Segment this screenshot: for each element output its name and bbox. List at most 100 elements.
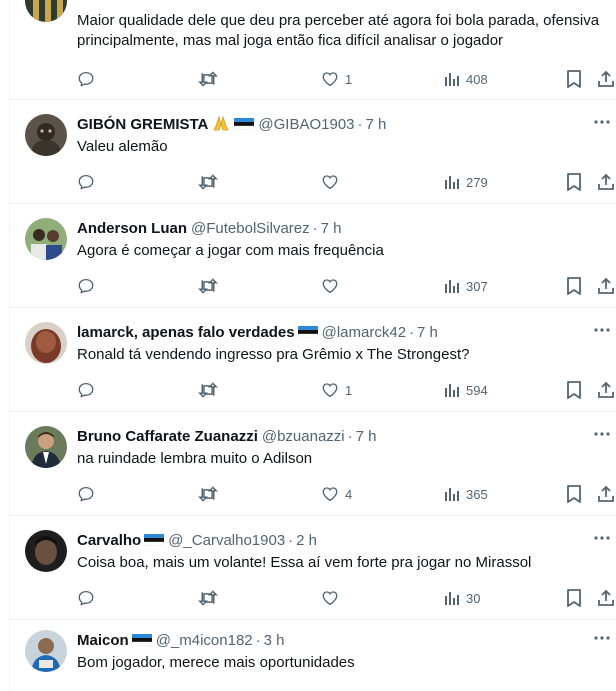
views-button[interactable]: 594 [444, 380, 488, 400]
view-count: 30 [466, 590, 481, 606]
display-name[interactable]: Maicon [77, 632, 129, 649]
views-button[interactable]: 365 [444, 484, 488, 504]
avatar[interactable] [25, 630, 67, 672]
retweet-button[interactable] [198, 276, 218, 296]
avatar[interactable] [25, 322, 67, 364]
flag-emoji [131, 634, 152, 646]
display-name[interactable]: Bruno Caffarate Zuanazzi [77, 428, 258, 445]
handle[interactable]: @bzuanazzi [262, 428, 345, 445]
like-button[interactable]: 4 [321, 484, 352, 504]
like-button[interactable] [321, 276, 345, 296]
reply-tweet[interactable]: Bruno Caffarate Zuanazzi @bzuanazzi · 7 … [9, 412, 616, 516]
reply-tweet[interactable]: Maior qualidade dele que deu pra percebe… [9, 0, 616, 100]
tweet-actions: 4 365 [77, 484, 616, 504]
avatar[interactable] [25, 426, 67, 468]
display-name[interactable]: Anderson Luan [77, 220, 187, 237]
tweet-text: Bom jogador, merece mais oportunidades [77, 654, 355, 671]
timestamp[interactable]: 7 h [321, 220, 342, 237]
display-name[interactable]: GIBÓN GREMISTA [77, 116, 208, 133]
avatar[interactable] [25, 114, 67, 156]
tweet-header: Maicon @_m4icon182 · 3 h [77, 630, 616, 650]
reply-button[interactable] [77, 276, 95, 296]
reply-button[interactable] [77, 172, 95, 192]
timestamp[interactable]: 7 h [417, 324, 438, 341]
view-count: 307 [466, 278, 488, 294]
views-button[interactable]: 279 [444, 172, 488, 192]
display-name[interactable]: Carvalho [77, 532, 141, 549]
reply-tweet[interactable]: lamarck, apenas falo verdades @lamarck42… [9, 308, 616, 412]
timestamp[interactable]: 7 h [366, 116, 387, 133]
like-button[interactable] [321, 172, 345, 192]
reply-tweet[interactable]: GIBÓN GREMISTA @GIBAO1903 · 7 h Valeu al… [9, 100, 616, 204]
reply-button[interactable] [77, 588, 95, 608]
reply-tweet[interactable]: Carvalho @_Carvalho1903 · 2 h Coisa boa,… [9, 516, 616, 620]
more-icon [594, 636, 610, 640]
display-name[interactable]: lamarck, apenas falo verdades [77, 324, 295, 341]
tweet-actions: 30 [77, 588, 616, 608]
more-icon [594, 536, 610, 540]
handle[interactable]: @lamarck42 [322, 324, 406, 341]
tweet-actions: 1 594 [77, 380, 616, 400]
bookmark-button[interactable] [566, 380, 582, 400]
view-count: 365 [466, 486, 488, 502]
share-button[interactable] [597, 588, 615, 608]
handle[interactable]: @GIBAO1903 [258, 116, 354, 133]
handle[interactable]: @_Carvalho1903 [168, 532, 285, 549]
views-button[interactable]: 307 [444, 276, 488, 296]
like-button[interactable]: 1 [321, 380, 352, 400]
retweet-icon [198, 71, 218, 87]
reply-button[interactable] [77, 380, 95, 400]
reply-button[interactable] [77, 69, 95, 89]
avatar[interactable] [25, 218, 67, 260]
share-icon [598, 173, 614, 190]
share-icon [598, 277, 614, 294]
retweet-button[interactable] [198, 172, 218, 192]
view-count: 594 [466, 382, 488, 398]
bookmark-button[interactable] [566, 588, 582, 608]
like-button[interactable]: 1 [321, 69, 352, 89]
views-button[interactable]: 30 [444, 588, 480, 608]
timestamp[interactable]: 2 h [296, 532, 317, 549]
bookmark-button[interactable] [566, 276, 582, 296]
reply-button[interactable] [77, 484, 95, 504]
timestamp[interactable]: 7 h [356, 428, 377, 445]
share-button[interactable] [597, 69, 615, 89]
bookmark-button[interactable] [566, 69, 582, 89]
heart-icon [322, 279, 338, 294]
bookmark-button[interactable] [566, 484, 582, 504]
share-button[interactable] [597, 484, 615, 504]
retweet-button[interactable] [198, 588, 218, 608]
share-button[interactable] [597, 172, 615, 192]
retweet-button[interactable] [198, 380, 218, 400]
reply-icon [78, 486, 94, 502]
reply-icon [78, 71, 94, 87]
share-button[interactable] [597, 276, 615, 296]
avatar[interactable] [25, 530, 67, 572]
handle[interactable]: @_m4icon182 [156, 632, 253, 649]
share-button[interactable] [597, 380, 615, 400]
avatar[interactable] [25, 0, 67, 22]
heart-icon [322, 72, 338, 87]
share-icon [598, 485, 614, 502]
reply-icon [78, 174, 94, 190]
handle[interactable]: @FutebolSilvarez [191, 220, 310, 237]
like-count: 4 [345, 486, 353, 502]
retweet-icon [198, 278, 218, 294]
view-count: 279 [466, 174, 488, 190]
like-count: 1 [345, 382, 353, 398]
bookmark-button[interactable] [566, 172, 582, 192]
reply-tweet[interactable]: Maicon @_m4icon182 · 3 h Bom jogador, me… [9, 620, 616, 691]
more-options-button[interactable] [592, 112, 612, 132]
retweet-button[interactable] [198, 69, 218, 89]
retweet-button[interactable] [198, 484, 218, 504]
reply-icon [78, 590, 94, 606]
more-options-button[interactable] [592, 424, 612, 444]
more-icon [594, 328, 610, 332]
reply-tweet[interactable]: Anderson Luan @FutebolSilvarez · 7 h Ago… [9, 204, 616, 308]
more-options-button[interactable] [592, 528, 612, 548]
more-options-button[interactable] [592, 628, 612, 648]
like-button[interactable] [321, 588, 345, 608]
more-options-button[interactable] [592, 320, 612, 340]
views-button[interactable]: 408 [444, 69, 488, 89]
timestamp[interactable]: 3 h [264, 632, 285, 649]
